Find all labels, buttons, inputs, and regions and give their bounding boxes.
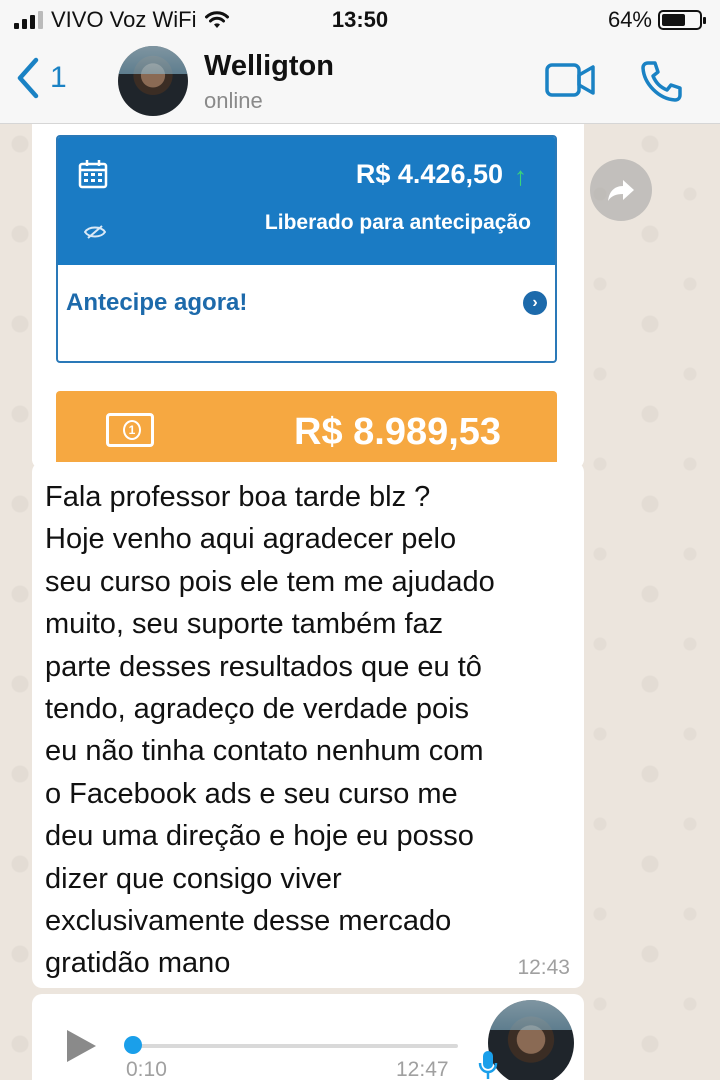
calendar-icon — [78, 160, 108, 189]
contact-avatar[interactable] — [118, 46, 188, 116]
balance-label: Liberado para antecipação — [264, 211, 531, 234]
video-call-button[interactable] — [544, 60, 596, 100]
battery-percent: 64% — [607, 7, 652, 32]
total-amount: R$ 8.989,53 — [294, 411, 502, 453]
message-time: 12:43 — [517, 956, 570, 979]
balance-amount: R$ 4.426,50 — [355, 159, 503, 189]
balance-card-header: R$ 4.426,50 ↑ Liberado para antecipação — [58, 137, 555, 265]
up-arrow-icon: ↑ — [514, 161, 527, 191]
chevron-left-icon — [17, 57, 39, 99]
image-message-bubble[interactable]: R$ 4.426,50 ↑ Liberado para antecipação … — [32, 124, 584, 469]
status-bar: VIVO Voz WiFi 13:50 64% — [0, 0, 720, 40]
chat-area[interactable]: R$ 4.426,50 ↑ Liberado para antecipação … — [0, 124, 720, 1080]
contact-name[interactable]: Welligton — [204, 50, 334, 83]
back-button[interactable]: 1 — [14, 56, 67, 100]
eye-off-icon — [84, 225, 106, 239]
anticipate-row: Antecipe agora! › — [58, 265, 555, 361]
audio-progress-track[interactable] — [128, 1044, 458, 1048]
mic-icon — [478, 1051, 498, 1079]
battery-group: 64% — [607, 7, 706, 33]
play-button[interactable] — [64, 1028, 98, 1064]
balance-card: R$ 4.426,50 ↑ Liberado para antecipação … — [56, 135, 557, 363]
money-bill-icon: 1 — [106, 413, 154, 447]
chat-header: 1 Welligton online — [0, 40, 720, 124]
message-text: Fala professor boa tarde blz ? Hoje venh… — [45, 481, 495, 980]
audio-progress-knob[interactable] — [124, 1036, 142, 1054]
forward-button[interactable] — [590, 159, 652, 221]
audio-message-bubble[interactable]: 0:10 12:47 — [32, 994, 584, 1080]
arrow-right-circle-icon: › — [523, 291, 547, 315]
video-camera-icon — [545, 63, 595, 97]
audio-time: 12:47 — [396, 1058, 449, 1080]
battery-fill — [662, 14, 686, 26]
audio-sender-avatar — [488, 1000, 574, 1080]
back-unread-count: 1 — [50, 61, 67, 94]
play-icon — [67, 1030, 96, 1062]
anticipate-link: Antecipe agora! — [66, 289, 248, 316]
phone-icon — [641, 61, 682, 102]
battery-icon — [658, 10, 706, 30]
voice-call-button[interactable] — [638, 58, 684, 104]
forward-icon — [608, 180, 634, 201]
text-message-bubble[interactable]: Fala professor boa tarde blz ? Hoje venh… — [32, 462, 584, 988]
contact-status: online — [204, 88, 263, 113]
total-card: 1 R$ 8.989,53 — [56, 391, 557, 469]
audio-duration: 0:10 — [126, 1058, 167, 1080]
shared-screenshot[interactable]: R$ 4.426,50 ↑ Liberado para antecipação … — [32, 124, 584, 469]
